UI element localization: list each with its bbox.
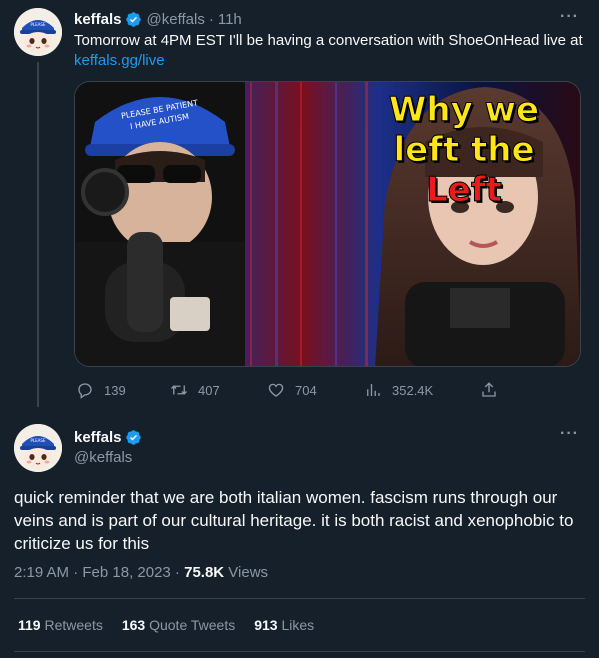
tweet2-header: keffals @keffals	[74, 428, 142, 466]
separator-dot: ·	[208, 10, 214, 28]
display-name[interactable]: keffals	[74, 11, 122, 28]
engagement-stats: 119 Retweets 163 Quote Tweets 913 Likes	[18, 617, 333, 633]
tweet1-text-body: Tomorrow at 4PM EST I'll be having a con…	[74, 32, 583, 49]
more-options-icon[interactable]: ···	[560, 8, 579, 26]
views-count: 75.8K	[184, 564, 225, 581]
thumbnail-title-line-3: Left	[426, 170, 503, 211]
retweets-stat[interactable]: 119 Retweets	[18, 617, 103, 633]
divider	[14, 651, 585, 652]
heart-icon	[268, 383, 284, 397]
likes-count: 913	[254, 617, 278, 633]
retweets-label: Retweets	[40, 617, 103, 633]
like-button[interactable]: 704	[267, 381, 317, 399]
share-button[interactable]	[480, 381, 508, 399]
verified-badge-icon	[125, 429, 141, 445]
tweet-timestamp[interactable]: 2:19 AM · Feb 18, 2023 ·	[14, 564, 184, 581]
views-button[interactable]: 352.4K	[364, 381, 433, 399]
tweet2-text: quick reminder that we are both italian …	[14, 488, 574, 553]
tweet-time[interactable]: 11h	[218, 11, 242, 28]
analytics-icon	[367, 384, 380, 396]
quote-tweets-count: 163	[121, 617, 146, 633]
display-name[interactable]: keffals	[74, 429, 122, 446]
quote-tweets-stat[interactable]: 163 Quote Tweets	[122, 617, 235, 633]
tweet1-header: keffals @keffals · 11h	[74, 10, 242, 28]
tweet-metadata: 2:19 AM · Feb 18, 2023 · 75.8K Views	[14, 564, 268, 581]
tweet1-text: Tomorrow at 4PM EST I'll be having a con…	[74, 31, 584, 71]
more-options-icon[interactable]: ···	[560, 425, 579, 443]
svg-text:PLEASE: PLEASE	[31, 22, 46, 27]
views-label: Views	[224, 564, 269, 581]
avatar[interactable]: PLEASE	[14, 8, 62, 56]
retweet-count: 407	[198, 382, 220, 398]
retweet-button[interactable]: 407	[170, 381, 220, 399]
avatar[interactable]: PLEASE	[14, 424, 62, 472]
handle[interactable]: @keffals	[74, 449, 142, 466]
thumbnail-title-line-2: left the	[393, 130, 535, 171]
handle[interactable]: @keffals	[147, 11, 205, 28]
share-icon	[482, 382, 496, 397]
tweet1-action-bar: 139 407 704 352.4K	[74, 378, 504, 402]
likes-label: Likes	[277, 617, 315, 633]
likes-stat[interactable]: 913 Likes	[254, 617, 314, 633]
reply-button[interactable]: 139	[76, 381, 126, 399]
retweets-count: 119	[18, 617, 41, 633]
thread-connector-line	[37, 62, 39, 407]
reply-count: 139	[104, 382, 126, 398]
retweet-icon	[171, 385, 187, 395]
divider	[14, 598, 585, 599]
reply-icon	[78, 383, 92, 399]
thumbnail-title-line-1: Why we	[388, 90, 540, 131]
thumbnail-title: Why we left the Left	[364, 90, 564, 211]
tweet1-link[interactable]: keffals.gg/live	[74, 52, 165, 69]
tweet1-media-image[interactable]: PLEASE BE PATIENT I HAVE AUTISM Why we l…	[74, 81, 581, 367]
quote-tweets-label: Quote Tweets	[145, 617, 236, 633]
verified-badge-icon	[125, 11, 141, 27]
svg-text:PLEASE: PLEASE	[31, 438, 46, 443]
views-count: 352.4K	[392, 382, 434, 398]
like-count: 704	[295, 382, 317, 398]
